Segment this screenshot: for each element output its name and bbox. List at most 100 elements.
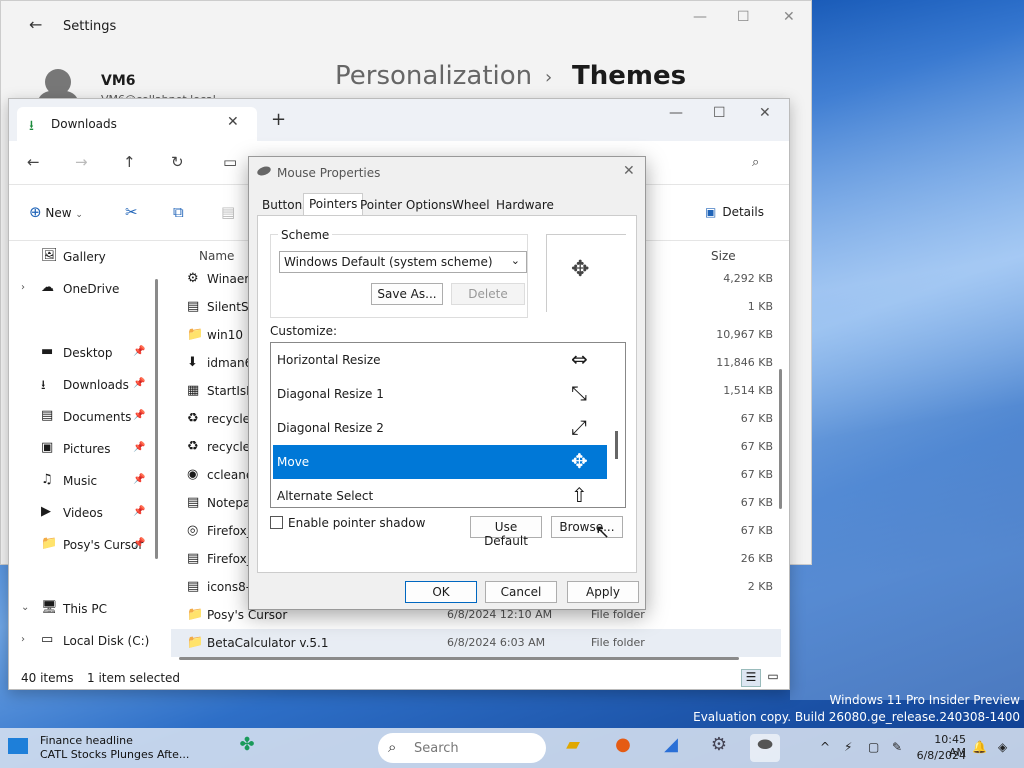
move-cursor-icon: ✥ (571, 257, 590, 282)
close-tab-icon[interactable]: ✕ (227, 114, 239, 130)
chevron-icon[interactable]: › (21, 634, 25, 645)
tab-hardware[interactable]: Hardware (491, 195, 559, 215)
scheme-dropdown[interactable]: Windows Default (system scheme) ⌄ (279, 251, 527, 273)
pen-icon[interactable]: ✎ (892, 740, 902, 754)
sidebar-item[interactable]: ▤ Documents 📌 (9, 401, 169, 433)
file-row[interactable]: 📁 BetaCalculator v.5.1 6/8/2024 6:03 AM Fil… (171, 629, 781, 657)
sidebar-item[interactable]: ▶ Videos 📌 (9, 497, 169, 529)
sidebar-item[interactable]: › ▭ Local Disk (C:) (9, 625, 169, 657)
sidebar-item[interactable]: 📁 Posy's Cursor 📌 (9, 529, 169, 561)
paste-icon[interactable]: ▤ (221, 203, 235, 221)
details-view-icon[interactable]: ☰ (741, 669, 761, 687)
start-icon[interactable]: ✤ (232, 734, 262, 762)
breadcrumb-separator: › (545, 67, 553, 88)
back-arrow-icon[interactable]: ← (29, 15, 42, 34)
breadcrumb-personalization[interactable]: Personalization (335, 61, 532, 91)
tiles-view-icon[interactable]: ▭ (763, 669, 783, 687)
up-icon[interactable]: ↑ (123, 153, 136, 171)
settings-icon[interactable]: ⚙ (704, 734, 734, 762)
forward-icon[interactable]: → (75, 153, 88, 171)
search-box[interactable]: ⌕ Search (378, 733, 546, 763)
file-icon: ◉ (187, 467, 199, 482)
widgets-icon[interactable] (8, 738, 28, 754)
copilot-icon[interactable]: ◈ (998, 740, 1007, 754)
notification-bell-icon[interactable]: 🔔 (972, 740, 987, 754)
mouse-app-icon[interactable]: ⬬ (750, 734, 780, 762)
sidebar-item[interactable]: ▬ Desktop 📌 (9, 337, 169, 369)
sidebar-item[interactable]: ♫ Music 📌 (9, 465, 169, 497)
cancel-button[interactable]: Cancel (485, 581, 557, 603)
vertical-scrollbar[interactable] (779, 369, 782, 509)
scheme-label: Scheme (278, 228, 333, 242)
search-icon[interactable]: ⌕ (752, 155, 759, 170)
news-title[interactable]: Finance headline (40, 734, 133, 747)
sidebar-item-label: Downloads (63, 378, 129, 392)
news-headline[interactable]: CATL Stocks Plunges Afte... (40, 748, 189, 761)
browse-button[interactable]: Browse... (551, 516, 623, 538)
display-icon[interactable]: ▢ (868, 740, 879, 754)
close-icon[interactable]: ✕ (623, 163, 635, 179)
maximize-icon[interactable]: ☐ (737, 9, 750, 25)
cursor-row[interactable]: Diagonal Resize 1 ⤡ (273, 377, 607, 411)
details-label: Details (722, 205, 764, 219)
tab-wheel[interactable]: Wheel (447, 195, 495, 215)
chevron-icon[interactable]: › (21, 282, 25, 293)
use-default-button[interactable]: Use Default (470, 516, 542, 548)
sidebar-item[interactable]: ⭳ Downloads 📌 (9, 369, 169, 401)
details-button[interactable]: ▣ Details (705, 205, 764, 219)
file-icon: 📁 (187, 635, 204, 650)
sidebar-item[interactable]: ⌄ 🖥 This PC (9, 593, 169, 625)
cursor-row[interactable]: Diagonal Resize 2 ⤢ (273, 411, 607, 445)
cut-icon[interactable]: ✂ (125, 203, 138, 221)
paint-icon[interactable]: ◢ (656, 734, 686, 762)
chevron-icon[interactable]: ⌄ (21, 602, 29, 613)
tab-pointer-options[interactable]: Pointer Options (355, 195, 457, 215)
sidebar-item-label: Pictures (63, 442, 111, 456)
refresh-icon[interactable]: ↻ (171, 153, 184, 171)
maximize-icon[interactable]: ☐ (713, 105, 726, 121)
navigation-pane: 🖼 Gallery › ☁ OneDrive ▬ Desktop 📌 ⭳ Downloads 📌 ▤ D… (9, 241, 169, 661)
cursor-row[interactable]: Alternate Select ⇧ (273, 479, 607, 507)
pointer-shadow-checkbox[interactable] (270, 516, 283, 529)
sidebar-item[interactable]: › ☁ OneDrive (9, 273, 169, 305)
new-button[interactable]: ⊕ New ⌄ (29, 203, 83, 221)
file-icon: ▤ (187, 495, 200, 510)
close-icon[interactable]: ✕ (759, 105, 771, 121)
firefox-icon[interactable]: ● (608, 734, 638, 762)
network-icon[interactable]: ⚡ (844, 740, 852, 754)
cursor-glyph-icon: ⤢ (571, 415, 587, 439)
sidebar-scrollbar[interactable] (155, 279, 158, 559)
cursor-row[interactable]: Move ✥ (273, 445, 607, 479)
cursor-name: Diagonal Resize 2 (277, 421, 384, 435)
close-icon[interactable]: ✕ (783, 9, 795, 25)
list-scrollbar[interactable] (615, 431, 618, 459)
column-header-size[interactable]: Size (711, 249, 736, 263)
copy-icon[interactable]: ⧉ (173, 203, 184, 221)
sidebar-item[interactable]: ▣ Pictures 📌 (9, 433, 169, 465)
delete-button[interactable]: Delete (451, 283, 525, 305)
save-as-button[interactable]: Save As... (371, 283, 443, 305)
minimize-icon[interactable]: — (669, 105, 683, 121)
pin-icon: 📌 (133, 538, 146, 549)
file-explorer-icon[interactable]: ▰ (558, 734, 588, 762)
new-tab-icon[interactable]: + (271, 109, 286, 130)
cursor-list[interactable]: Alternate Select ⇧ Move ✥ Diagonal Resize 2 ⤢… (270, 342, 626, 508)
horizontal-scrollbar[interactable] (179, 657, 739, 660)
cursor-glyph-icon: ✥ (571, 449, 588, 473)
apply-button[interactable]: Apply (567, 581, 639, 603)
ok-button[interactable]: OK (405, 581, 477, 603)
file-icon: ▤ (187, 299, 200, 314)
clock-date[interactable]: 6/8/2024 (916, 749, 966, 762)
cursor-glyph-icon: ⇔ (571, 347, 588, 371)
cursor-row[interactable]: Horizontal Resize ⇔ (273, 343, 607, 377)
minimize-icon[interactable]: — (693, 9, 707, 25)
back-icon[interactable]: ← (27, 153, 40, 171)
pin-icon: 📌 (133, 378, 146, 389)
chevron-up-icon[interactable]: ^ (820, 740, 830, 754)
sidebar-item[interactable]: 🖼 Gallery (9, 241, 169, 273)
tab-downloads[interactable]: ⭳ Downloads ✕ (17, 107, 257, 141)
file-size: 67 KB (740, 412, 773, 425)
column-header-name[interactable]: Name (199, 249, 234, 263)
sidebar-item-label: OneDrive (63, 282, 120, 296)
this-pc-icon[interactable]: ▭ (223, 153, 237, 171)
